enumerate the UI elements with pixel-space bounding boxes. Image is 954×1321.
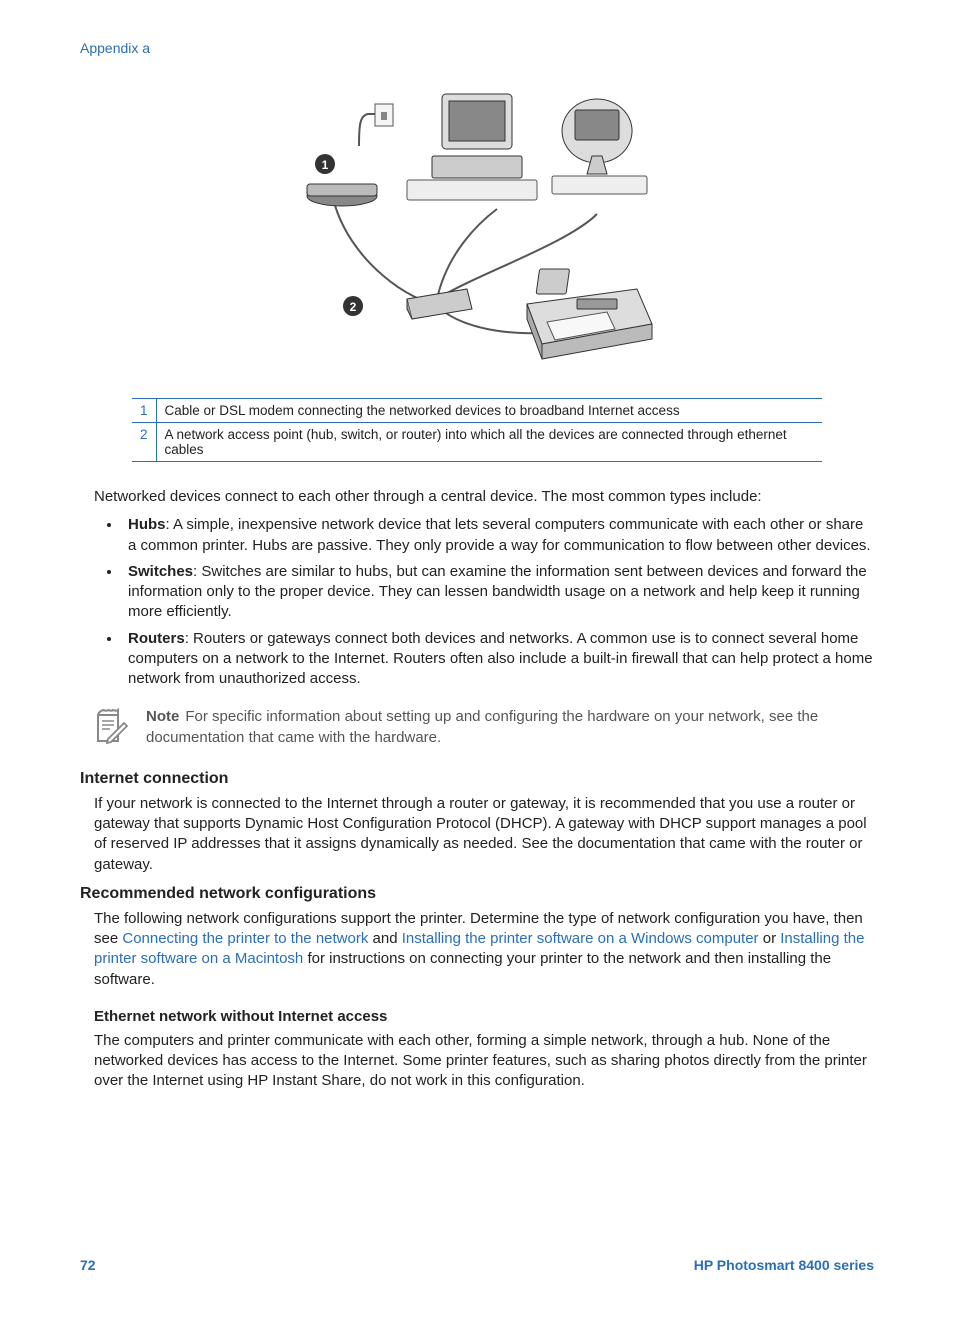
- recommended-paragraph: The following network configurations sup…: [94, 909, 874, 990]
- appendix-label: Appendix a: [80, 40, 874, 56]
- page-footer: 72 HP Photosmart 8400 series: [80, 1257, 874, 1273]
- note-text: NoteFor specific information about setti…: [146, 707, 874, 748]
- table-row: 1 Cable or DSL modem connecting the netw…: [132, 399, 822, 423]
- link-connecting-printer[interactable]: Connecting the printer to the network: [122, 930, 368, 947]
- heading-ethernet-no-internet: Ethernet network without Internet access: [94, 1008, 874, 1025]
- link-install-windows[interactable]: Installing the printer software on a Win…: [402, 930, 759, 947]
- svg-text:1: 1: [322, 158, 329, 172]
- legend-num: 1: [132, 399, 156, 423]
- document-title: HP Photosmart 8400 series: [694, 1257, 874, 1273]
- heading-internet-connection: Internet connection: [80, 770, 874, 788]
- network-diagram: 1 2: [297, 74, 657, 374]
- heading-recommended-configs: Recommended network configurations: [80, 885, 874, 903]
- ethernet-paragraph: The computers and printer communicate wi…: [94, 1031, 874, 1092]
- intro-paragraph: Networked devices connect to each other …: [94, 487, 874, 507]
- legend-text: Cable or DSL modem connecting the networ…: [156, 399, 822, 423]
- svg-text:2: 2: [350, 300, 357, 314]
- legend-num: 2: [132, 423, 156, 462]
- note-label: Note: [146, 708, 179, 725]
- table-row: 2 A network access point (hub, switch, o…: [132, 423, 822, 462]
- list-item: Routers: Routers or gateways connect bot…: [122, 629, 874, 690]
- note-icon: [94, 707, 128, 747]
- internet-paragraph: If your network is connected to the Inte…: [94, 794, 874, 875]
- device-types-list: Hubs: A simple, inexpensive network devi…: [94, 515, 874, 689]
- figure-legend-table: 1 Cable or DSL modem connecting the netw…: [132, 398, 822, 462]
- note-callout: NoteFor specific information about setti…: [94, 707, 874, 748]
- page-number: 72: [80, 1257, 96, 1273]
- network-diagram-figure: 1 2: [80, 74, 874, 378]
- legend-text: A network access point (hub, switch, or …: [156, 423, 822, 462]
- list-item: Switches: Switches are similar to hubs, …: [122, 562, 874, 623]
- list-item: Hubs: A simple, inexpensive network devi…: [122, 515, 874, 556]
